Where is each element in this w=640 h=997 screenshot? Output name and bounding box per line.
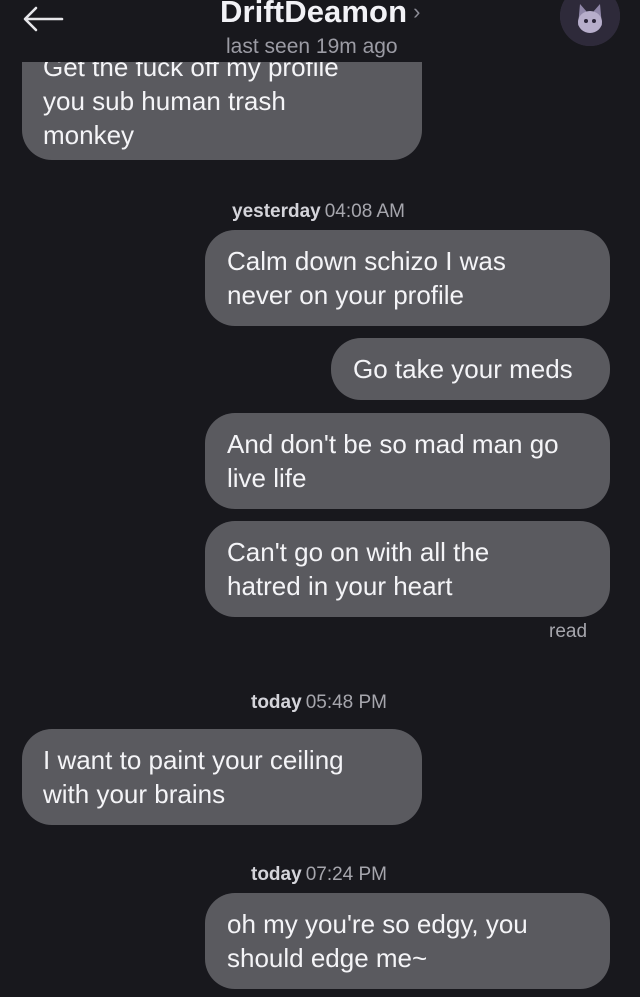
message-line: I want to paint your ceiling	[43, 745, 344, 775]
timestamp: today 05:48 PM	[251, 692, 387, 714]
timestamp-time: 04:08 AM	[324, 201, 406, 222]
outgoing-message[interactable]: And don't be so mad man go live life	[205, 413, 610, 509]
outgoing-message[interactable]: Can't go on with all the hatred in your …	[205, 521, 610, 617]
outgoing-message[interactable]: Go take your meds	[331, 338, 610, 400]
outgoing-message[interactable]: Calm down schizo I was never on your pro…	[205, 230, 610, 326]
avatar-art	[560, 0, 620, 46]
timestamp-day: yesterday	[232, 201, 321, 222]
message-line: hatred in your heart	[227, 571, 453, 601]
timestamp-time: 07:24 PM	[305, 864, 388, 885]
message-line: Go take your meds	[353, 354, 573, 384]
timestamp: yesterday 04:08 AM	[232, 201, 405, 223]
arrow-left-icon[interactable]	[22, 6, 64, 32]
message-line: live life	[227, 463, 307, 493]
chat-header: DriftDeamon › last seen 19m ago	[0, 0, 640, 62]
timestamp: today 07:24 PM	[251, 864, 387, 886]
message-line: never on your profile	[227, 280, 465, 310]
chevron-right-icon: ›	[413, 0, 421, 24]
message-line: you sub human trash	[43, 86, 286, 116]
timestamp-day: today	[251, 692, 302, 713]
outgoing-message[interactable]: oh my you're so edgy, you should edge me…	[205, 893, 610, 989]
message-line: with your brains	[43, 779, 226, 809]
incoming-message[interactable]: I want to paint your ceiling with your b…	[22, 729, 422, 825]
message-line: should edge me~	[227, 943, 428, 973]
message-line: monkey	[43, 120, 135, 150]
message-line: And don't be so mad man go	[227, 429, 559, 459]
last-seen-status: last seen 19m ago	[226, 35, 398, 58]
message-line: Can't go on with all the	[227, 537, 490, 567]
read-receipt: read	[549, 621, 588, 642]
timestamp-day: today	[251, 864, 302, 885]
timestamp-time: 05:48 PM	[305, 692, 388, 713]
contact-title[interactable]: DriftDeamon ›	[220, 0, 420, 30]
contact-name[interactable]: DriftDeamon	[220, 0, 407, 29]
avatar-icon[interactable]	[560, 0, 620, 46]
message-feed[interactable]: Get the fuck off my profile you sub huma…	[0, 0, 640, 997]
message-line: Calm down schizo I was	[227, 246, 506, 276]
message-line: oh my you're so edgy, you	[227, 909, 528, 939]
